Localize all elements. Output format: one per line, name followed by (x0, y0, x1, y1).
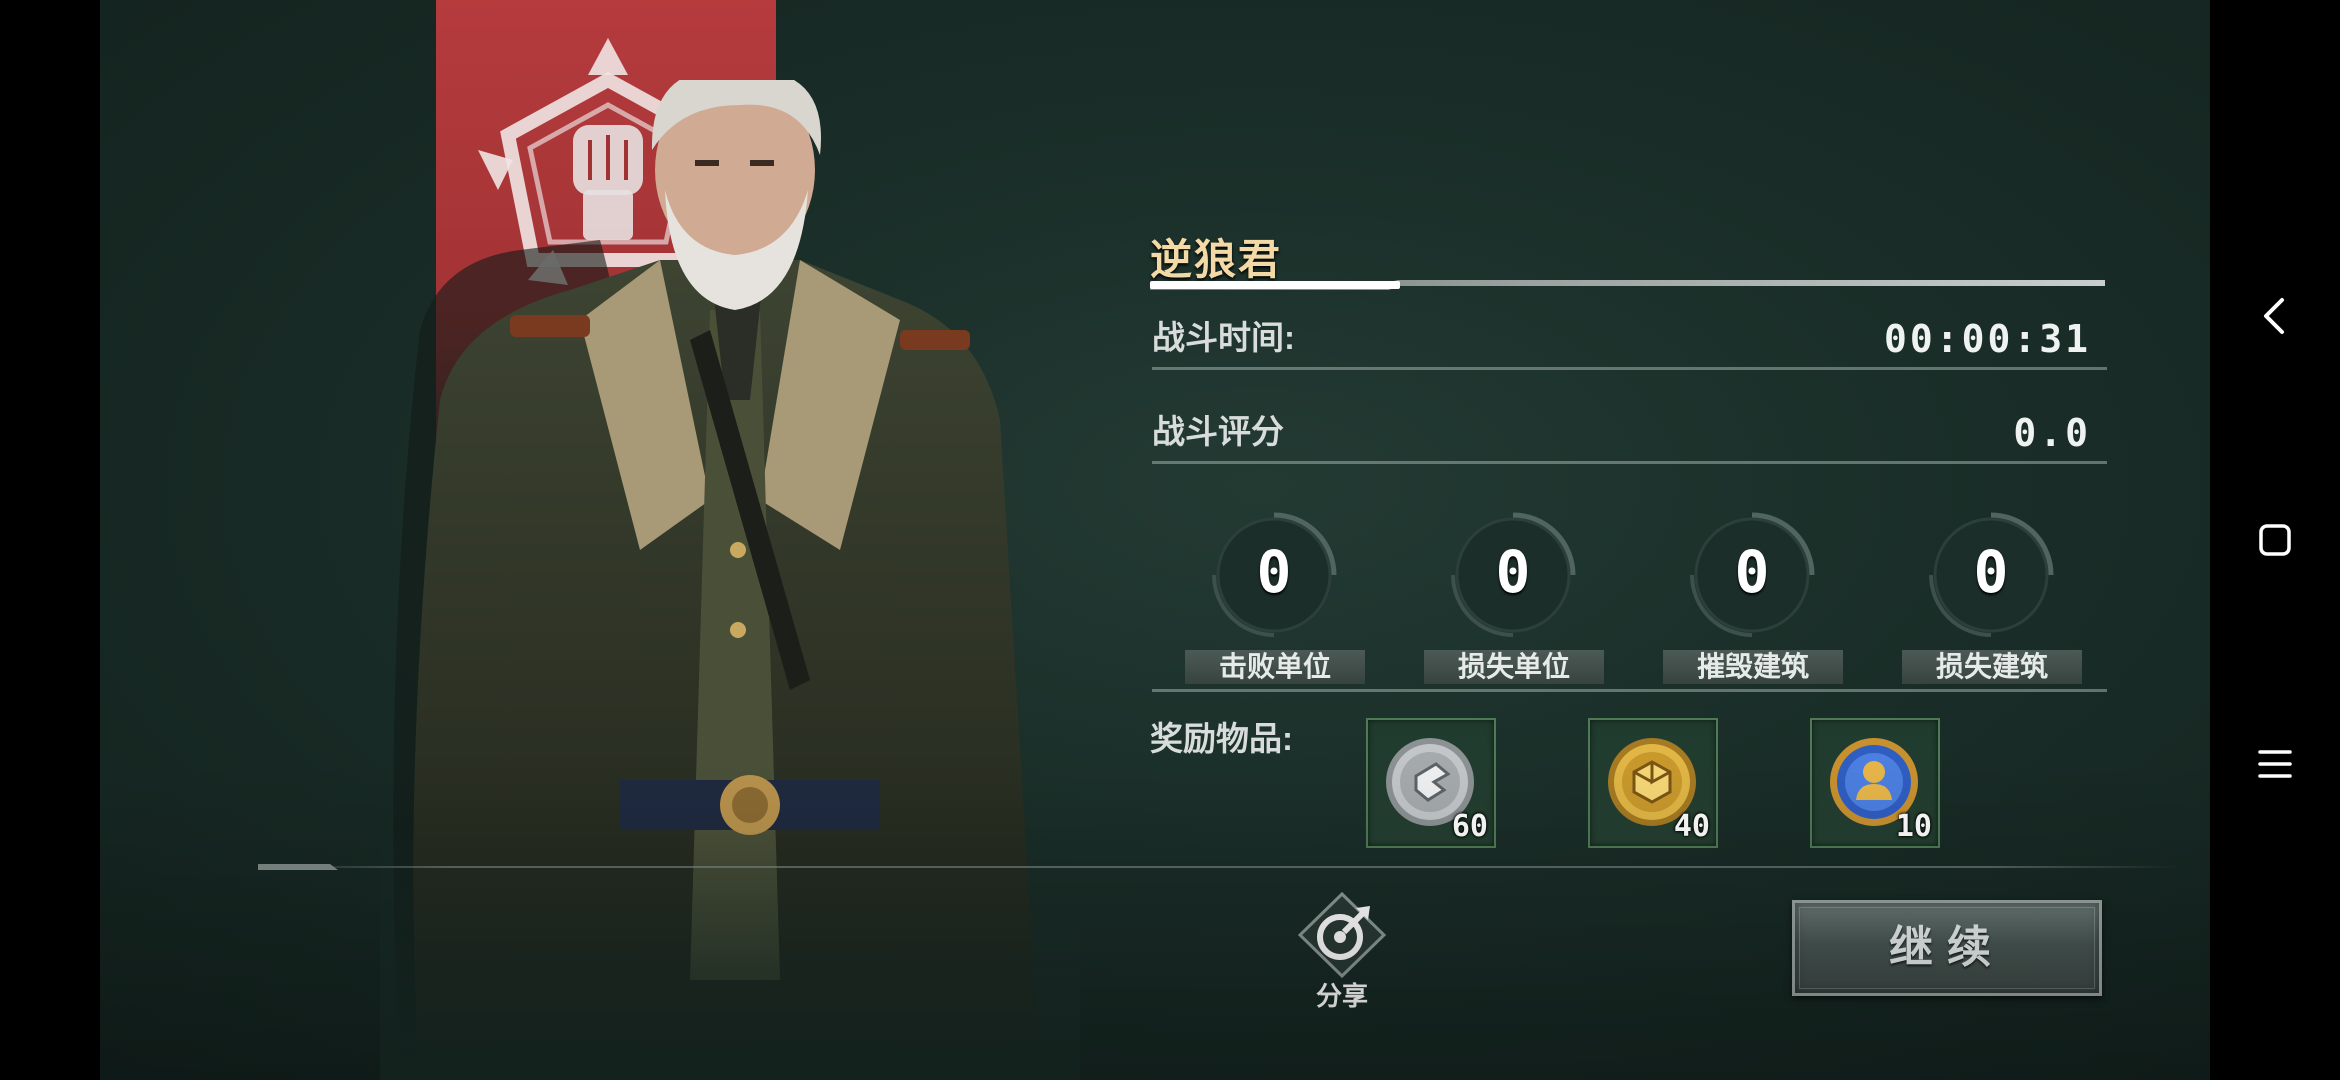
counter-destroyed-buildings: 0 摧毁建筑 (1663, 510, 1843, 690)
battle-score-value: 0.0 (2013, 411, 2091, 455)
counter-label: 击败单位 (1185, 650, 1365, 684)
counter-label: 损失单位 (1424, 650, 1604, 684)
back-button[interactable] (2210, 276, 2340, 356)
battle-score-row: 战斗评分 0.0 (1152, 404, 2107, 464)
battle-score-label: 战斗评分 (1152, 413, 1284, 450)
counters-divider (1152, 689, 2107, 692)
continue-button[interactable]: 继续 (1792, 900, 2102, 996)
reward-item-gold[interactable]: 40 (1588, 718, 1718, 848)
counter-value: 0 (1734, 538, 1770, 606)
reward-item-silver[interactable]: 60 (1366, 718, 1496, 848)
share-label: 分享 (1315, 981, 1368, 1011)
counter-label: 损失建筑 (1902, 650, 2082, 684)
battle-time-value: 00:00:31 (1883, 317, 2091, 361)
counter-label: 摧毁建筑 (1663, 650, 1843, 684)
counter-defeated-units: 0 击败单位 (1185, 510, 1365, 690)
battle-result-screen: 逆狼君 战斗时间: 00:00:31 战斗评分 0.0 0 击败单位 0 损失单… (100, 0, 2210, 1080)
menu-icon (2258, 750, 2292, 778)
share-button[interactable]: 分享 (1292, 890, 1392, 1011)
bottom-divider-accent (258, 864, 338, 870)
player-name-title: 逆狼君 (1150, 236, 1283, 283)
reward-item-medal[interactable]: 10 (1810, 718, 1940, 848)
system-navigation-bar (2210, 0, 2340, 1080)
title-underline-highlight (1150, 281, 1400, 289)
recents-button[interactable] (2210, 724, 2340, 804)
home-icon (2259, 524, 2291, 556)
counter-lost-buildings: 0 损失建筑 (1902, 510, 2082, 690)
reward-count: 10 (1895, 809, 1932, 844)
back-icon (2264, 298, 2284, 334)
battle-time-row: 战斗时间: 00:00:31 (1152, 310, 2107, 370)
continue-label: 继续 (1889, 923, 2005, 972)
bottom-divider (258, 866, 2178, 868)
rewards-label: 奖励物品: (1150, 720, 1293, 757)
counter-value: 0 (1495, 538, 1531, 606)
counter-lost-units: 0 损失单位 (1424, 510, 1604, 690)
share-icon (1297, 891, 1387, 979)
commander-portrait (380, 80, 1080, 1080)
reward-count: 40 (1673, 809, 1710, 844)
counter-value: 0 (1256, 538, 1292, 606)
reward-count: 60 (1451, 809, 1488, 844)
home-button[interactable] (2210, 500, 2340, 580)
battle-time-label: 战斗时间: (1152, 319, 1295, 356)
counter-value: 0 (1973, 538, 2009, 606)
